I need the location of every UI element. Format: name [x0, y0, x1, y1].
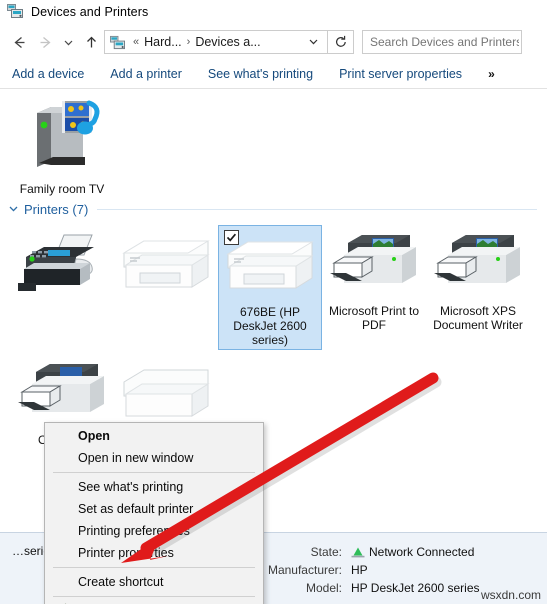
refresh-button[interactable]	[328, 30, 354, 54]
menu-item-label: Printer properties	[78, 546, 174, 560]
breadcrumb[interactable]: « Hard... › Devices a...	[104, 30, 328, 54]
devices-row: Family room TV	[0, 89, 547, 198]
add-a-printer-button[interactable]: Add a printer	[110, 67, 182, 81]
menu-item-printing-preferences[interactable]: Printing preferences	[45, 520, 263, 542]
print-server-properties-button[interactable]: Print server properties	[339, 67, 462, 81]
details-key: Model:	[305, 581, 342, 595]
menu-item-label: See what's printing	[78, 480, 184, 494]
menu-item-see-whats-printing[interactable]: See what's printing	[45, 476, 263, 498]
device-tile-family-room-tv[interactable]: Family room TV	[10, 95, 114, 198]
content-area: Family room TV Printers (7) 676BE (HP De…	[0, 89, 547, 604]
menu-item-printer-properties[interactable]: Printer properties	[45, 542, 263, 564]
details-value-text: HP	[351, 563, 368, 577]
recent-locations-button[interactable]	[58, 29, 78, 55]
printer-tile-inkjet-1[interactable]	[114, 225, 218, 350]
command-bar-overflow-button[interactable]: »	[488, 67, 495, 81]
menu-item-open-in-new-window[interactable]: Open in new window	[45, 447, 263, 469]
menu-item-remove-device[interactable]: Remove device	[45, 600, 263, 604]
inkjet-printer-icon	[118, 229, 214, 300]
inkjet-printer-icon	[118, 358, 214, 429]
devices-printers-icon	[7, 3, 23, 22]
details-row-manufacturer: Manufacturer: HP	[250, 561, 480, 579]
menu-separator	[53, 567, 255, 568]
details-value: Network Connected	[351, 543, 474, 561]
context-menu: Open Open in new window See what's print…	[44, 422, 264, 604]
menu-item-create-shortcut[interactable]: Create shortcut	[45, 571, 263, 593]
address-bar: « Hard... › Devices a...	[0, 24, 547, 60]
details-fields: State: Network Connected Manufacturer: H…	[250, 543, 480, 597]
media-device-icon	[23, 99, 101, 178]
breadcrumb-devices-printers-icon	[110, 35, 125, 50]
back-button[interactable]	[6, 29, 32, 55]
watermark: wsxdn.com	[480, 588, 541, 602]
details-value-text: HP DeskJet 2600 series	[351, 581, 480, 595]
group-divider	[97, 209, 537, 210]
title-bar: Devices and Printers	[0, 0, 547, 24]
details-key: State:	[310, 545, 342, 559]
forward-button[interactable]	[32, 29, 58, 55]
laser-printer-icon	[14, 358, 110, 429]
add-a-device-button[interactable]: Add a device	[12, 67, 84, 81]
menu-item-label: Create shortcut	[78, 575, 164, 589]
printer-tile-microsoft-xps-document-writer[interactable]: Microsoft XPS Document Writer	[426, 225, 530, 350]
menu-item-label: Open in new window	[78, 451, 194, 465]
printer-tile-microsoft-print-to-pdf[interactable]: Microsoft Print to PDF	[322, 225, 426, 350]
menu-item-label: Set as default printer	[78, 502, 194, 516]
menu-item-set-as-default-printer[interactable]: Set as default printer	[45, 498, 263, 520]
printer-tile-label: Microsoft XPS Document Writer	[433, 304, 523, 332]
chevron-down-icon[interactable]	[8, 203, 19, 217]
window-title: Devices and Printers	[31, 5, 149, 19]
details-row-model: Model: HP DeskJet 2600 series	[250, 579, 480, 597]
devices-and-printers-window: Devices and Printers « Hard... › Devices…	[0, 0, 547, 604]
printer-tile-label: 676BE (HP DeskJet 2600 series)	[233, 305, 307, 347]
network-connected-icon	[351, 546, 365, 559]
search-box[interactable]	[362, 30, 522, 54]
printers-group-header[interactable]: Printers (7)	[0, 202, 547, 217]
printer-tile-fax[interactable]	[10, 225, 114, 350]
laser-printer-icon	[326, 229, 422, 300]
menu-item-label: Open	[78, 429, 110, 443]
menu-separator	[53, 472, 255, 473]
menu-item-label: Printing preferences	[78, 524, 190, 538]
breadcrumb-item-hardware[interactable]: Hard...	[143, 35, 183, 49]
command-bar: Add a device Add a printer See what's pr…	[0, 60, 547, 89]
printers-group-label: Printers (7)	[24, 202, 89, 217]
printers-row-1: 676BE (HP DeskJet 2600 series) Microsoft…	[0, 217, 547, 350]
menu-separator	[53, 596, 255, 597]
search-input[interactable]	[363, 34, 521, 50]
details-value-text: Network Connected	[369, 545, 475, 559]
breadcrumb-item-devices[interactable]: Devices a...	[194, 35, 261, 49]
details-key: Manufacturer:	[267, 563, 342, 577]
details-row-state: State: Network Connected	[250, 543, 480, 561]
see-whats-printing-button[interactable]: See what's printing	[208, 67, 313, 81]
fax-printer-icon	[14, 229, 110, 300]
menu-item-open[interactable]: Open	[45, 425, 263, 447]
printer-tile-label: Microsoft Print to PDF	[328, 304, 420, 332]
breadcrumb-overflow[interactable]: «	[133, 36, 139, 48]
device-tile-label: Family room TV	[19, 182, 105, 196]
breadcrumb-separator: ›	[186, 36, 191, 48]
laser-printer-icon	[430, 229, 526, 300]
chevron-down-icon[interactable]	[307, 35, 320, 50]
printer-tile-hp-deskjet-2600-selected[interactable]: 676BE (HP DeskJet 2600 series)	[218, 225, 322, 350]
tile-checkbox[interactable]	[224, 230, 239, 245]
up-button[interactable]	[78, 29, 104, 55]
